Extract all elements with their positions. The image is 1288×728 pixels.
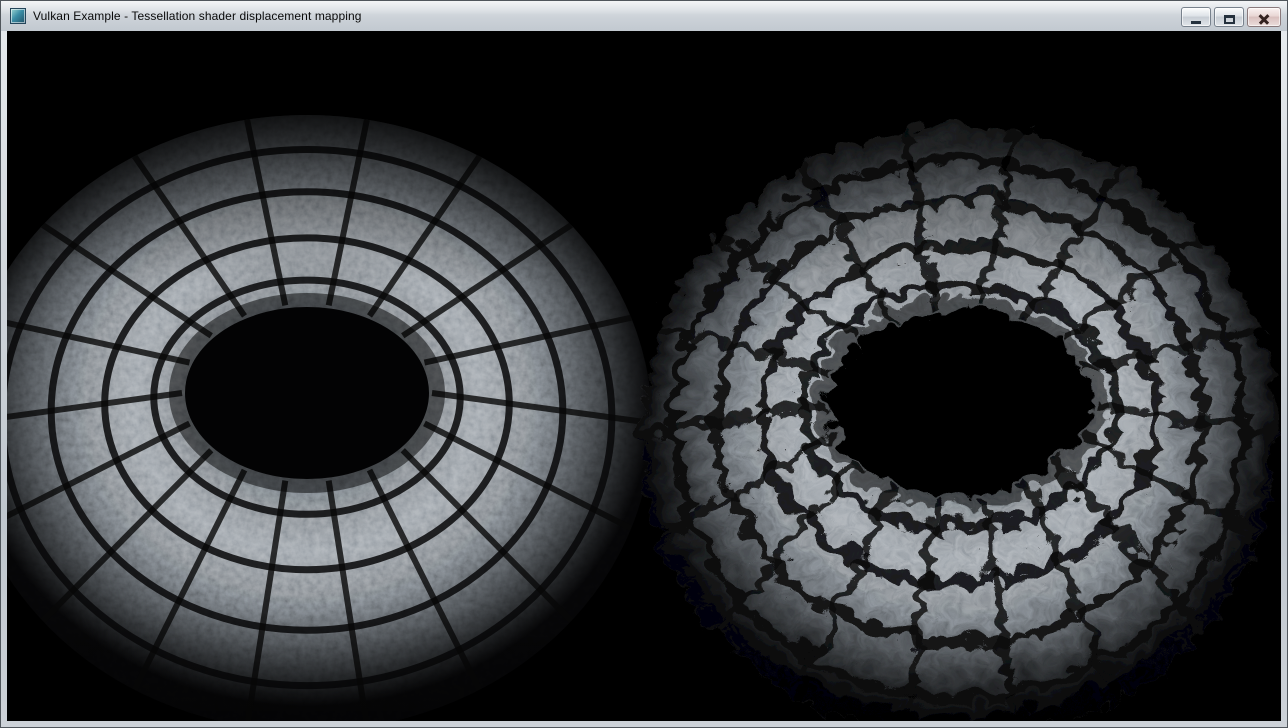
window-title: Vulkan Example - Tessellation shader dis… <box>33 9 362 23</box>
window-controls <box>1181 5 1281 27</box>
close-button[interactable] <box>1247 7 1281 27</box>
close-icon <box>1258 13 1270 25</box>
app-window: Vulkan Example - Tessellation shader dis… <box>0 0 1288 728</box>
minimize-icon <box>1191 21 1201 24</box>
torus-right-displacement-mapped <box>635 119 1271 721</box>
render-viewport[interactable] <box>7 31 1281 721</box>
maximize-icon <box>1224 15 1235 24</box>
app-icon[interactable] <box>10 8 26 24</box>
titlebar[interactable]: Vulkan Example - Tessellation shader dis… <box>1 1 1287 31</box>
maximize-button[interactable] <box>1214 7 1244 27</box>
minimize-button[interactable] <box>1181 7 1211 27</box>
